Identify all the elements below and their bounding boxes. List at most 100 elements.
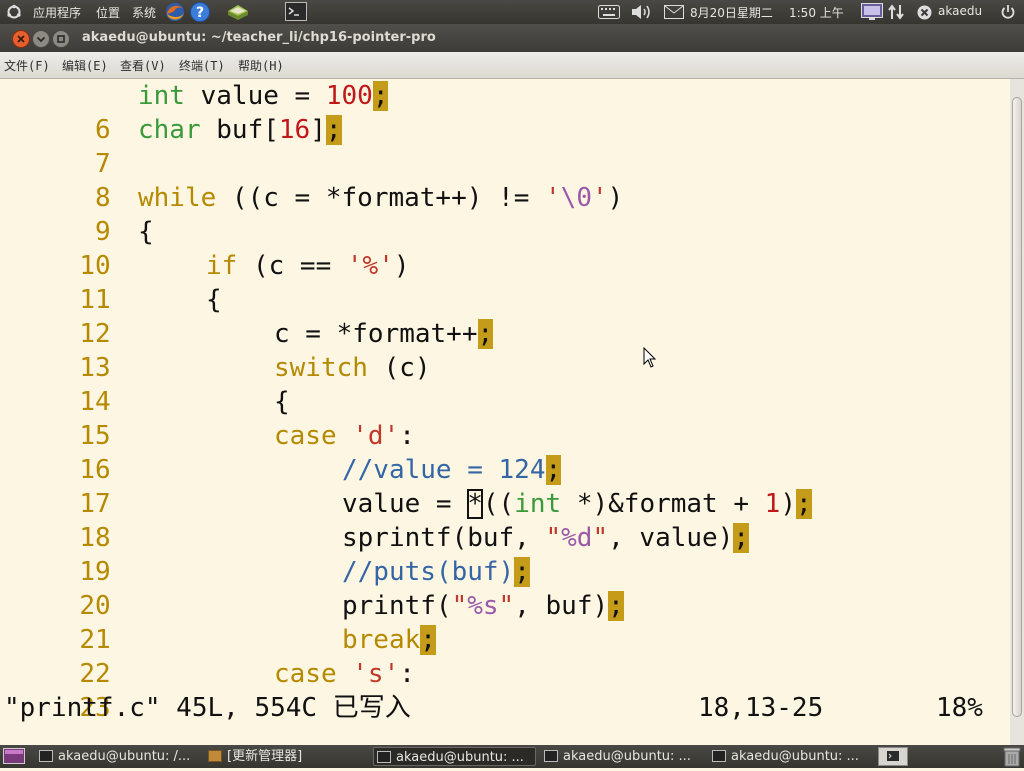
window-titlebar[interactable]: akaedu@ubuntu: ~/teacher_li/chp16-pointe… [0,24,1024,52]
maximize-icon [57,35,65,43]
help-icon[interactable]: ? [189,1,211,26]
code-token: ) [393,251,410,281]
code-line[interactable]: 16 case 'd': [0,419,1010,485]
menu-file[interactable]: 文件(F) [4,57,50,74]
system-menu[interactable]: 系统 [132,4,156,21]
terminal-icon [377,751,391,763]
menu-bar: 文件(F) 编辑(E) 查看(V) 终端(T) 帮助(H) [0,52,1024,79]
keyboard-icon[interactable] [598,5,620,22]
code-token: (( [482,489,515,519]
code-line[interactable]: 20 //puts(buf); [0,555,1010,621]
code-token: ] [310,115,326,145]
code-token: case [274,659,337,689]
power-icon[interactable] [1000,4,1016,23]
show-desktop-icon[interactable] [3,748,25,768]
code-token: , value) [608,523,734,553]
taskbar-item[interactable]: akaedu@ubuntu: ... [709,747,872,766]
text-cursor: * [467,489,483,519]
book-icon[interactable] [226,1,250,26]
taskbar-item[interactable]: [更新管理器] [205,747,368,766]
code-line[interactable]: 8 [0,147,1010,213]
user-status-icon[interactable] [917,5,932,23]
code-token: value = [184,81,326,111]
menu-terminal[interactable]: 终端(T) [179,57,225,74]
code-token: ; [545,455,562,485]
code-token: ; [372,81,389,111]
code-line[interactable]: 17 //value = 124; [0,453,1010,519]
code-token: ((c = *format++) != [216,183,546,213]
terminal-icon [712,750,726,762]
code-line[interactable]: 14 switch (c) [0,351,1010,417]
code-token: while [138,183,217,213]
code-line[interactable]: 9 while ((c = *format++) != '\0') [0,181,1010,247]
close-button[interactable] [12,30,30,48]
maximize-button[interactable] [52,30,70,48]
code-token: ) [607,183,624,213]
code-line[interactable]: 18 value = *((int *)&format + 1); [0,487,1010,553]
code-line[interactable]: 19 sprintf(buf, "%d", value); [0,521,1010,587]
clock-time[interactable]: 1:50 上午 [789,4,844,21]
code-token: { [138,217,154,247]
code-token: ; [514,557,530,587]
code-token: case [274,421,337,451]
code-token: 's' [352,659,400,689]
code-token: int [514,489,562,519]
code-token: ' [591,183,608,213]
cursor-position: 18,13-25 [698,693,824,723]
code-line[interactable]: 13 c = *format++; [0,317,1010,383]
code-line[interactable]: 21 printf("%s", buf); [0,589,1010,655]
code-line[interactable]: 15 { [0,385,1010,451]
firefox-icon[interactable] [164,1,186,26]
transfer-arrows-icon[interactable] [887,4,905,23]
menu-help[interactable]: 帮助(H) [238,57,284,74]
code-token: " [592,523,609,553]
ubuntu-logo-icon[interactable] [6,4,22,23]
code-line[interactable]: 6 int value = 100; [0,79,1010,145]
bottom-panel: akaedu@ubuntu: /... [更新管理器] akaedu@ubunt… [0,745,1024,768]
code-line[interactable]: 10 { [0,215,1010,281]
minimize-button[interactable] [32,30,50,48]
code-token: value = [342,489,468,519]
code-token: switch [274,353,368,383]
code-token: 16 [278,115,311,145]
code-token: %s [467,591,499,621]
taskbar-item-label: [更新管理器] [227,749,303,764]
taskbar-item-active[interactable]: akaedu@ubuntu: ... [373,747,536,766]
mail-icon[interactable] [664,5,684,22]
vim-editor[interactable]: 6 int value = 100; 7 char buf[16]; 8 9 w… [0,79,1010,745]
code-line[interactable]: 7 char buf[16]; [0,113,1010,179]
menu-edit[interactable]: 编辑(E) [62,57,108,74]
code-token: 'd' [352,421,400,451]
terminal-icon [544,750,558,762]
vertical-scrollbar[interactable] [1010,79,1024,745]
minimize-icon [36,36,46,43]
user-name[interactable]: akaedu [938,4,982,18]
volume-icon[interactable] [630,4,652,23]
code-token: buf[ [200,115,279,145]
applications-menu[interactable]: 应用程序 [33,4,81,21]
code-token: 100 [325,81,373,111]
taskbar-item[interactable]: akaedu@ubuntu: ... [541,747,704,766]
code-line[interactable]: 22 break; [0,623,1010,689]
svg-text:?: ? [196,5,204,21]
taskbar-item[interactable]: akaedu@ubuntu: /... [36,747,199,766]
workspace-switcher-icon[interactable] [878,747,908,770]
code-token: '%' [346,251,394,281]
menu-view[interactable]: 查看(V) [120,57,166,74]
taskbar-item-label: akaedu@ubuntu: ... [563,749,691,764]
trash-icon[interactable] [1002,746,1022,771]
terminal-launcher-icon[interactable] [285,2,307,24]
code-token: *)&format + [561,489,765,519]
code-line[interactable]: 12 { [0,283,1010,349]
update-manager-icon [208,750,222,762]
network-manager-icon[interactable] [861,3,883,24]
taskbar-item-label: akaedu@ubuntu: /... [58,749,191,764]
code-token: //puts(buf) [342,557,515,587]
code-line[interactable]: 11 if (c == '%') [0,249,1010,315]
clock-date[interactable]: 8月20日星期二 [690,4,773,21]
places-menu[interactable]: 位置 [96,4,120,21]
status-message: "printf.c" 45L, 554C 已写入 [4,693,411,723]
scrollbar-thumb[interactable] [1012,97,1022,717]
code-line[interactable]: 23 case 's': [0,657,1010,723]
taskbar-item-label: akaedu@ubuntu: ... [731,749,859,764]
